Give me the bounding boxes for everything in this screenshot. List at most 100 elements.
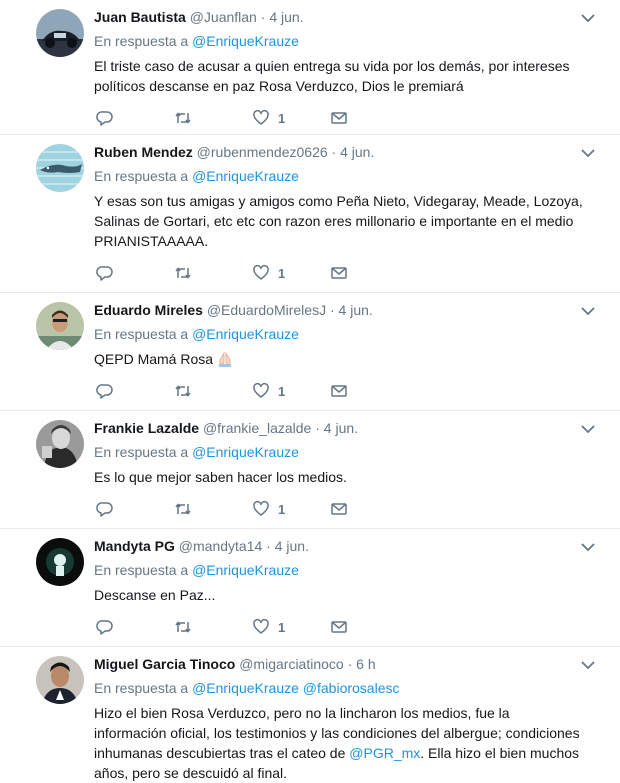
reply-context: En respuesta a @EnriqueKrauze bbox=[94, 167, 604, 185]
reply-prefix: En respuesta a bbox=[94, 326, 189, 342]
user-handle[interactable]: @mandyta14 bbox=[179, 538, 262, 554]
timestamp[interactable]: 4 jun. bbox=[340, 144, 374, 160]
retweet-button[interactable] bbox=[174, 264, 252, 282]
like-button[interactable]: 1 bbox=[252, 264, 330, 282]
reply-button[interactable] bbox=[96, 382, 174, 400]
like-button[interactable]: 1 bbox=[252, 500, 330, 518]
heart-icon bbox=[253, 500, 269, 516]
user-handle[interactable]: @rubenmendez0626 bbox=[197, 144, 328, 160]
avatar[interactable] bbox=[36, 538, 84, 586]
heart-icon bbox=[253, 109, 269, 125]
display-name[interactable]: Juan Bautista bbox=[94, 9, 186, 25]
mention-link[interactable]: @EnriqueKrauze bbox=[192, 562, 299, 578]
reply-button[interactable] bbox=[96, 618, 174, 636]
retweet-button[interactable] bbox=[174, 500, 252, 518]
user-handle[interactable]: @frankie_lazalde bbox=[203, 420, 311, 436]
chevron-down-icon[interactable] bbox=[580, 541, 596, 553]
chevron-down-icon[interactable] bbox=[580, 147, 596, 159]
tweet-text-container: QEPD Mamá Rosa bbox=[94, 349, 604, 369]
user-handle[interactable]: @migarciatinoco bbox=[239, 656, 343, 672]
like-count: 1 bbox=[278, 265, 286, 281]
separator-dot: · bbox=[329, 302, 335, 318]
mention-link[interactable]: @EnriqueKrauze bbox=[192, 168, 299, 184]
direct-message-button[interactable] bbox=[330, 500, 348, 518]
heart-icon bbox=[253, 382, 269, 398]
tweet-header: Ruben Mendez @rubenmendez0626 · 4 jun. bbox=[94, 143, 604, 161]
avatar[interactable] bbox=[36, 656, 84, 704]
reply-icon bbox=[96, 502, 113, 517]
like-button[interactable]: 1 bbox=[252, 618, 330, 636]
reply-prefix: En respuesta a bbox=[94, 562, 189, 578]
reply-icon bbox=[96, 266, 113, 281]
reply-button[interactable] bbox=[96, 109, 174, 127]
mention-link[interactable]: @PGR_mx bbox=[349, 745, 420, 761]
retweet-button[interactable] bbox=[174, 109, 252, 127]
avatar[interactable] bbox=[36, 144, 84, 192]
like-count: 1 bbox=[278, 501, 286, 517]
tweet: Eduardo Mireles @EduardoMirelesJ · 4 jun… bbox=[0, 293, 620, 411]
tweet-text: Descanse en Paz... bbox=[94, 587, 216, 603]
reply-button[interactable] bbox=[96, 264, 174, 282]
avatar[interactable] bbox=[36, 302, 84, 350]
reply-prefix: En respuesta a bbox=[94, 168, 189, 184]
retweet-button[interactable] bbox=[174, 618, 252, 636]
display-name[interactable]: Mandyta PG bbox=[94, 538, 175, 554]
display-name[interactable]: Eduardo Mireles bbox=[94, 302, 203, 318]
mention-link[interactable]: @EnriqueKrauze bbox=[192, 326, 299, 342]
tweet-text: Es lo que mejor saben hacer los medios. bbox=[94, 469, 347, 485]
timestamp[interactable]: 4 jun. bbox=[275, 538, 309, 554]
chevron-down-icon[interactable] bbox=[580, 12, 596, 24]
timestamp[interactable]: 4 jun. bbox=[269, 9, 303, 25]
envelope-icon bbox=[331, 503, 347, 515]
tweet-header: Miguel Garcia Tinoco @migarciatinoco · 6… bbox=[94, 655, 604, 673]
separator-dot: · bbox=[347, 656, 353, 672]
timestamp[interactable]: 4 jun. bbox=[339, 302, 373, 318]
praying-hands-emoji bbox=[219, 351, 232, 367]
avatar[interactable] bbox=[36, 420, 84, 468]
tweet-feed: Juan Bautista @Juanflan · 4 jun. En resp… bbox=[0, 0, 620, 782]
display-name[interactable]: Ruben Mendez bbox=[94, 144, 193, 160]
reply-context: En respuesta a @EnriqueKrauze @fabiorosa… bbox=[94, 679, 604, 697]
avatar[interactable] bbox=[36, 9, 84, 57]
tweet-actions: 1 bbox=[94, 263, 604, 283]
retweet-icon bbox=[175, 267, 191, 279]
tweet-actions: 1 bbox=[94, 381, 604, 401]
separator-dot: · bbox=[266, 538, 271, 554]
mention-link[interactable]: @EnriqueKrauze bbox=[192, 33, 299, 49]
display-name[interactable]: Miguel Garcia Tinoco bbox=[94, 656, 235, 672]
tweet-actions: 1 bbox=[94, 108, 604, 128]
tweet-actions: 1 bbox=[94, 617, 604, 637]
direct-message-button[interactable] bbox=[330, 109, 348, 127]
tweet-header: Mandyta PG @mandyta14 · 4 jun. bbox=[94, 537, 604, 555]
mention-link[interactable]: @EnriqueKrauze bbox=[192, 680, 299, 696]
like-button[interactable]: 1 bbox=[252, 382, 330, 400]
chevron-down-icon[interactable] bbox=[580, 423, 596, 435]
chevron-down-icon[interactable] bbox=[580, 659, 596, 671]
timestamp[interactable]: 6 h bbox=[356, 656, 375, 672]
tweet-text: Y esas son tus amigas y amigos como Peña… bbox=[94, 193, 583, 249]
mention-link[interactable]: @EnriqueKrauze bbox=[192, 444, 299, 460]
reply-context: En respuesta a @EnriqueKrauze bbox=[94, 561, 604, 579]
mention-link[interactable]: @fabiorosalesc bbox=[303, 680, 400, 696]
retweet-button[interactable] bbox=[174, 382, 252, 400]
timestamp[interactable]: 4 jun. bbox=[324, 420, 358, 436]
user-handle[interactable]: @Juanflan bbox=[190, 9, 257, 25]
direct-message-button[interactable] bbox=[330, 264, 348, 282]
display-name[interactable]: Frankie Lazalde bbox=[94, 420, 199, 436]
reply-prefix: En respuesta a bbox=[94, 33, 189, 49]
envelope-icon bbox=[331, 267, 347, 279]
reply-button[interactable] bbox=[96, 500, 174, 518]
separator-dot: · bbox=[331, 144, 337, 160]
tweet: Mandyta PG @mandyta14 · 4 jun. En respue… bbox=[0, 529, 620, 647]
chevron-down-icon[interactable] bbox=[580, 305, 596, 317]
tweet-actions: 1 bbox=[94, 499, 604, 519]
direct-message-button[interactable] bbox=[330, 382, 348, 400]
reply-icon bbox=[96, 111, 113, 126]
direct-message-button[interactable] bbox=[330, 618, 348, 636]
user-handle[interactable]: @EduardoMirelesJ bbox=[207, 302, 326, 318]
like-button[interactable]: 1 bbox=[252, 109, 330, 127]
like-count: 1 bbox=[278, 383, 286, 399]
tweet: Ruben Mendez @rubenmendez0626 · 4 jun. E… bbox=[0, 135, 620, 293]
like-count: 1 bbox=[278, 110, 286, 126]
retweet-icon bbox=[175, 621, 191, 633]
